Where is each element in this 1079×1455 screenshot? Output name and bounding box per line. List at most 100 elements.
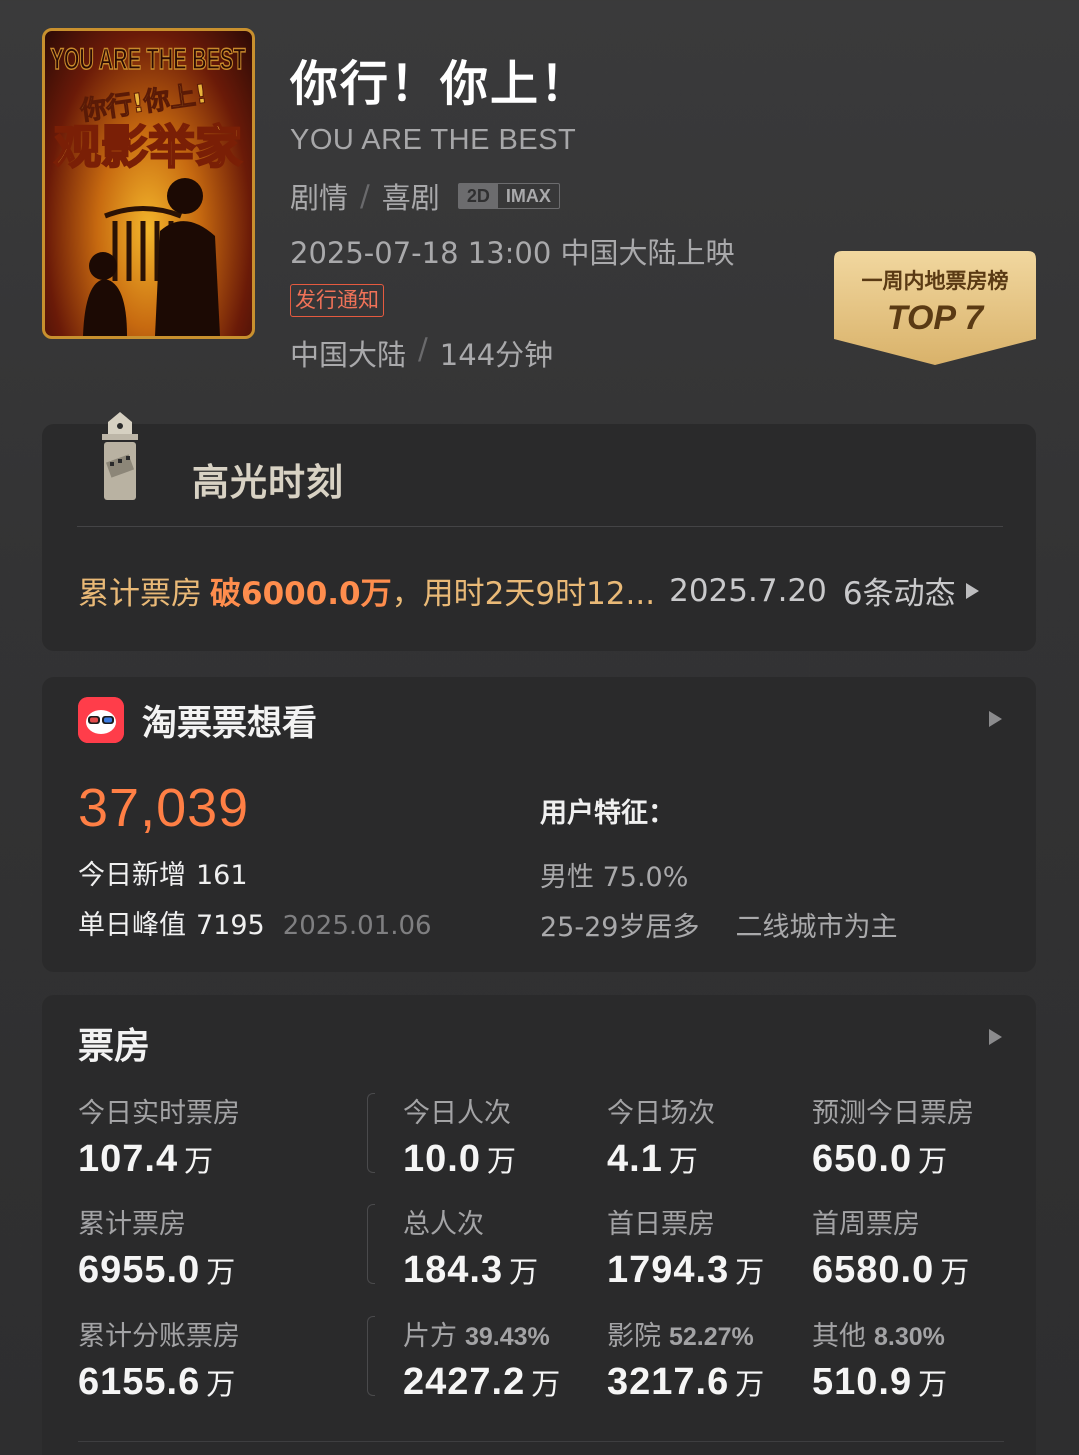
stat-percent: 39.43% <box>465 1323 550 1351</box>
stat-label: 今日人次 <box>403 1098 511 1129</box>
divider <box>367 1204 375 1284</box>
origin-row: 中国大陆 / 144分钟 <box>290 332 553 374</box>
duration: 144分钟 <box>439 338 554 372</box>
stat-percent: 8.30% <box>874 1323 945 1351</box>
taopiao-card[interactable]: 淘票票想看 37,039 今日新增 161 单日峰值 7195 2025.01.… <box>42 677 1036 972</box>
poster-main-text: 观影举家 <box>54 120 242 174</box>
stat-number: 650.0 <box>812 1138 913 1180</box>
release-info: 2025-07-18 13:00 中国大陆上映 <box>290 236 735 270</box>
stat-value: 6580.0 万 <box>812 1249 970 1292</box>
daily-peak-date: 2025.01.06 <box>282 911 432 941</box>
stat-number: 1794.3 <box>607 1249 730 1291</box>
format-tag: 2D IMAX <box>457 183 560 209</box>
stat-value: 650.0 万 <box>812 1138 974 1181</box>
stat-value: 6155.6 万 <box>78 1361 240 1404</box>
user-profile-title: 用户特征： <box>540 798 675 829</box>
chevron-right-icon[interactable] <box>989 1029 1002 1045</box>
movie-poster[interactable]: YOU ARE THE BEST 你行!你上! 观影举家 <box>42 28 255 339</box>
stat-label: 首日票房 <box>607 1209 715 1240</box>
stat-first-day: 首日票房 1794.3 万 <box>607 1202 765 1292</box>
stat-unit: 万 <box>940 1255 971 1289</box>
stat-label: 今日场次 <box>607 1098 715 1129</box>
stat-label-text: 影院 <box>607 1321 661 1352</box>
user-profile-gender-row: 男性 75.0% <box>540 855 688 894</box>
user-profile-demo-row: 25-29岁居多 二线城市为主 <box>540 905 897 944</box>
stat-label: 影院 52.27% <box>607 1314 765 1353</box>
today-new-row: 今日新增 161 <box>78 853 248 892</box>
stat-split-cumulative: 累计分账票房 6155.6 万 <box>78 1314 240 1404</box>
user-city: 二线城市为主 <box>735 912 898 943</box>
stat-unit: 万 <box>668 1144 699 1178</box>
genre-row: 剧情 / 喜剧 2D IMAX <box>290 176 560 216</box>
stat-value: 510.9 万 <box>812 1361 948 1404</box>
stat-value: 2427.2 万 <box>403 1361 561 1404</box>
stat-number: 10.0 <box>403 1138 481 1180</box>
want-to-see-count: 37,039 <box>78 778 250 838</box>
today-new-label: 今日新增 <box>78 860 186 891</box>
divider <box>78 1441 1004 1442</box>
highlight-value: 破6000.0万 <box>210 576 392 612</box>
highlight-card[interactable]: 高光时刻 累计票房 破6000.0万 ，用时2天9时12... 2025.7.2… <box>42 412 1036 651</box>
stat-label: 首周票房 <box>812 1209 920 1240</box>
stat-number: 2427.2 <box>403 1361 526 1403</box>
stat-today-screenings: 今日场次 4.1 万 <box>607 1091 715 1181</box>
stat-number: 4.1 <box>607 1138 663 1180</box>
poster-top-text: YOU ARE THE BEST <box>51 43 246 76</box>
highlight-date: 2025.7.20 <box>669 572 827 609</box>
stat-unit: 万 <box>531 1367 562 1401</box>
divider <box>77 526 1003 527</box>
poster-artwork: YOU ARE THE BEST 你行!你上! 观影举家 <box>50 42 246 336</box>
stat-unit: 万 <box>735 1367 766 1401</box>
stat-value: 6955.0 万 <box>78 1249 236 1292</box>
daily-peak-label: 单日峰值 <box>78 910 186 941</box>
stat-label-text: 其他 <box>812 1321 866 1352</box>
stat-number: 510.9 <box>812 1361 913 1403</box>
highlight-detail: ，用时2天9时12... <box>391 576 656 612</box>
release-notice-link[interactable]: 发行通知 <box>290 284 384 317</box>
taopiao-logo-icon <box>78 697 124 743</box>
stat-unit: 万 <box>486 1144 517 1178</box>
movie-title: 你行！你上！ <box>290 56 591 112</box>
separator: / <box>360 179 370 213</box>
format-imax: IMAX <box>505 186 551 206</box>
user-age: 25-29岁居多 <box>540 912 700 943</box>
stat-label: 其他 8.30% <box>812 1314 948 1353</box>
stat-unit: 万 <box>918 1367 949 1401</box>
stat-first-week: 首周票房 6580.0 万 <box>812 1202 970 1292</box>
stat-other-share: 其他 8.30% 510.9 万 <box>812 1314 948 1404</box>
stat-today-admissions: 今日人次 10.0 万 <box>403 1091 517 1181</box>
stat-percent: 52.27% <box>669 1323 754 1351</box>
stat-label: 今日实时票房 <box>78 1098 240 1129</box>
stat-unit: 万 <box>918 1144 949 1178</box>
highlight-count: 6条动态 <box>842 576 956 612</box>
play-arrow-icon <box>965 582 979 599</box>
highlight-title: 高光时刻 <box>192 461 344 504</box>
stat-value: 1794.3 万 <box>607 1249 765 1292</box>
divider <box>367 1316 375 1396</box>
boxoffice-title: 票房 <box>78 1026 151 1067</box>
stat-unit: 万 <box>509 1255 540 1289</box>
ranking-badge[interactable]: 一周内地票房榜 TOP 7 <box>834 251 1036 365</box>
stat-value: 107.4 万 <box>78 1138 240 1181</box>
stat-cinema-share: 影院 52.27% 3217.6 万 <box>607 1314 765 1404</box>
chevron-right-icon[interactable] <box>989 711 1002 727</box>
stat-label: 累计票房 <box>78 1209 186 1240</box>
movie-english-title: YOU ARE THE BEST <box>290 124 577 156</box>
stat-total-admissions: 总人次 184.3 万 <box>403 1202 539 1292</box>
boxoffice-card[interactable]: 票房 今日实时票房 107.4 万 今日人次 10.0 万 今日场次 4.1 万 预测… <box>42 995 1036 1455</box>
daily-peak-row: 单日峰值 7195 2025.01.06 <box>78 903 432 942</box>
stat-label: 总人次 <box>403 1209 484 1240</box>
format-2d: 2D <box>458 184 498 208</box>
taopiao-title: 淘票票想看 <box>142 704 318 744</box>
stat-number: 6155.6 <box>78 1361 201 1403</box>
highlight-row[interactable]: 累计票房 破6000.0万 ，用时2天9时12... 2025.7.20 6条动… <box>78 568 1004 613</box>
film-clapper-icon <box>102 412 138 500</box>
divider <box>367 1093 375 1173</box>
stat-producer-share: 片方 39.43% 2427.2 万 <box>403 1314 561 1404</box>
genre-drama: 剧情 <box>290 181 349 215</box>
stat-unit: 万 <box>184 1144 215 1178</box>
stat-unit: 万 <box>735 1255 766 1289</box>
stat-forecast-today: 预测今日票房 650.0 万 <box>812 1091 974 1181</box>
stat-unit: 万 <box>206 1255 237 1289</box>
stat-value: 4.1 万 <box>607 1138 715 1181</box>
